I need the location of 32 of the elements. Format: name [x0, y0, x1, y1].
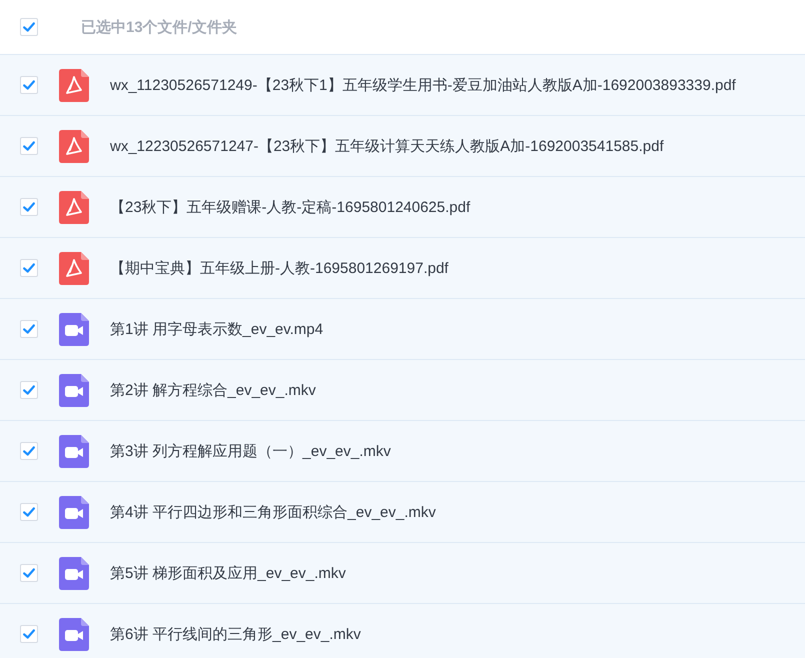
file-name[interactable]: 第4讲 平行四边形和三角形面积综合_ev_ev_.mkv	[110, 502, 436, 522]
file-checkbox[interactable]	[20, 442, 38, 460]
video-file-icon	[59, 434, 89, 468]
select-all-checkbox[interactable]	[20, 18, 38, 36]
pdf-file-icon	[59, 68, 89, 102]
video-file-icon	[59, 312, 89, 346]
pdf-file-icon	[59, 130, 89, 162]
video-file-icon	[59, 556, 89, 590]
file-name[interactable]: wx_11230526571249-【23秋下1】五年级学生用书-爱豆加油站人教版A加-1692003893339.pdf	[110, 76, 736, 94]
file-name[interactable]: 【23秋下】五年级赠课-人教-定稿-1695801240625.pdf	[110, 198, 470, 216]
file-checkbox[interactable]	[20, 137, 38, 155]
file-checkbox[interactable]	[20, 76, 38, 94]
file-checkbox[interactable]	[20, 381, 38, 399]
file-name[interactable]: 第1讲 用字母表示数_ev_ev.mp4	[110, 320, 324, 338]
pdf-file-icon	[59, 252, 89, 284]
pdf-file-icon	[59, 190, 89, 224]
file-name[interactable]: 第3讲 列方程解应用题（一）_ev_ev_.mkv	[110, 442, 391, 460]
file-name[interactable]: 第5讲 梯形面积及应用_ev_ev_.mkv	[110, 564, 346, 582]
file-checkbox[interactable]	[20, 320, 38, 338]
file-name[interactable]: 【期中宝典】五年级上册-人教-1695801269197.pdf	[110, 258, 448, 278]
file-checkbox[interactable]	[20, 198, 38, 216]
file-name[interactable]: 第6讲 平行线间的三角形_ev_ev_.mkv	[110, 624, 361, 644]
file-name[interactable]: 第2讲 解方程综合_ev_ev_.mkv	[110, 380, 316, 400]
video-file-icon	[59, 496, 89, 528]
file-checkbox[interactable]	[20, 259, 38, 277]
video-file-icon	[59, 374, 89, 406]
video-file-icon	[59, 618, 89, 650]
selection-count: 已选中13个文件/文件夹	[81, 18, 237, 36]
file-checkbox[interactable]	[20, 625, 38, 643]
file-checkbox[interactable]	[20, 503, 38, 521]
file-name[interactable]: wx_12230526571247-【23秋下】五年级计算天天练人教版A加-1692003541585.pdf	[110, 136, 664, 156]
file-checkbox[interactable]	[20, 564, 38, 582]
